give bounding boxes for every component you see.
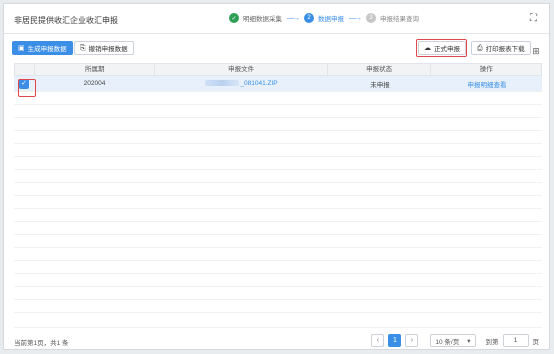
step-2-number: 2 bbox=[304, 13, 314, 23]
step-3-label: 申报结果查询 bbox=[380, 16, 419, 23]
page-title: 非居民提供收汇企业收汇申报 bbox=[14, 16, 118, 25]
step-indicator: ✓ 明细数据采集 —→ 2 数据申报 —→ 3 申报结果查询 bbox=[229, 13, 419, 23]
undo-document-icon: ⎘ bbox=[80, 44, 86, 52]
printer-icon: ⎙ bbox=[477, 44, 483, 52]
file-link[interactable]: _081041.ZIP bbox=[240, 80, 277, 87]
generate-data-label: 生成申报数据 bbox=[27, 46, 67, 53]
empty-row bbox=[14, 92, 542, 105]
footer-divider bbox=[14, 327, 542, 328]
main-panel: 非居民提供收汇企业收汇申报 ✓ 明细数据采集 —→ 2 数据申报 —→ 3 申报… bbox=[3, 3, 550, 350]
check-icon: ✓ bbox=[229, 13, 239, 23]
checkbox-highlight bbox=[18, 79, 36, 97]
expand-icon[interactable]: ⛶ bbox=[528, 13, 539, 24]
status-cell: 未申报 bbox=[370, 81, 390, 89]
pagination: ‹ 1 › 10 条/页 ▾ 到第 1 页 bbox=[371, 334, 539, 347]
column-settings-icon[interactable]: ⊞ bbox=[531, 46, 541, 56]
step-3[interactable]: 3 申报结果查询 bbox=[366, 13, 419, 23]
empty-row bbox=[14, 144, 542, 157]
next-page-button[interactable]: › bbox=[405, 334, 419, 347]
empty-row bbox=[14, 209, 542, 222]
empty-row bbox=[14, 157, 542, 170]
step-2[interactable]: 2 数据申报 bbox=[304, 13, 344, 23]
empty-row bbox=[14, 287, 542, 300]
goto-label: 到第 bbox=[485, 338, 499, 346]
empty-row bbox=[14, 196, 542, 209]
upload-cloud-icon: ☁ bbox=[424, 44, 431, 52]
view-detail-link[interactable]: 申报明细查看 bbox=[432, 79, 542, 89]
goto-page-input[interactable]: 1 bbox=[502, 334, 529, 347]
table-header: 所属期 申报文件 申报状态 操作 bbox=[14, 63, 542, 76]
arrow-right-icon: —→ bbox=[349, 14, 362, 22]
generate-data-button[interactable]: ▣ 生成申报数据 bbox=[12, 41, 73, 55]
chevron-down-icon: ▾ bbox=[467, 337, 471, 345]
prev-page-button[interactable]: ‹ bbox=[371, 334, 385, 347]
step-2-label: 数据申报 bbox=[318, 16, 344, 23]
print-download-button[interactable]: ⎙ 打印报表下载 bbox=[471, 41, 531, 55]
formal-declare-button[interactable]: ☁ 正式申报 bbox=[418, 41, 466, 55]
empty-row bbox=[14, 222, 542, 235]
empty-row bbox=[14, 300, 542, 313]
print-download-label: 打印报表下载 bbox=[485, 46, 525, 53]
declare-table: 所属期 申报文件 申报状态 操作 ✓ 202004 _081041.ZIP 未申… bbox=[14, 63, 542, 313]
empty-row bbox=[14, 118, 542, 131]
empty-row bbox=[14, 248, 542, 261]
table-row[interactable]: ✓ 202004 _081041.ZIP 未申报 申报明细查看 bbox=[14, 76, 542, 92]
header-period: 所属期 bbox=[35, 64, 156, 75]
step-3-number: 3 bbox=[366, 13, 376, 23]
withdraw-data-label: 撤销申报数据 bbox=[88, 46, 128, 53]
header-file: 申报文件 bbox=[155, 64, 328, 75]
header-status: 申报状态 bbox=[328, 64, 432, 75]
page-suffix: 页 bbox=[532, 338, 540, 346]
page-size-value: 10 条/页 bbox=[435, 338, 460, 346]
current-page-button[interactable]: 1 bbox=[388, 334, 402, 347]
header-divider bbox=[4, 33, 549, 34]
pagination-summary: 当前第1页，共1 条 bbox=[14, 340, 69, 347]
empty-row bbox=[14, 183, 542, 196]
period-cell: 202004 bbox=[83, 80, 106, 87]
page-size-select[interactable]: 10 条/页 ▾ bbox=[430, 334, 476, 347]
file-cell: _081041.ZIP bbox=[155, 80, 328, 87]
empty-row bbox=[14, 261, 542, 274]
empty-row bbox=[14, 131, 542, 144]
withdraw-data-button[interactable]: ⎘ 撤销申报数据 bbox=[74, 41, 134, 55]
arrow-right-icon: —→ bbox=[287, 14, 300, 22]
empty-row bbox=[14, 235, 542, 248]
empty-row bbox=[14, 170, 542, 183]
empty-row bbox=[14, 274, 542, 287]
empty-row bbox=[14, 105, 542, 118]
header-checkbox-cell bbox=[15, 64, 35, 75]
step-1-label: 明细数据采集 bbox=[243, 16, 282, 23]
redacted-filename bbox=[205, 80, 240, 87]
formal-declare-label: 正式申报 bbox=[434, 46, 460, 53]
step-1[interactable]: ✓ 明细数据采集 bbox=[229, 13, 282, 23]
header-action: 操作 bbox=[479, 66, 493, 73]
document-icon: ▣ bbox=[18, 44, 25, 52]
